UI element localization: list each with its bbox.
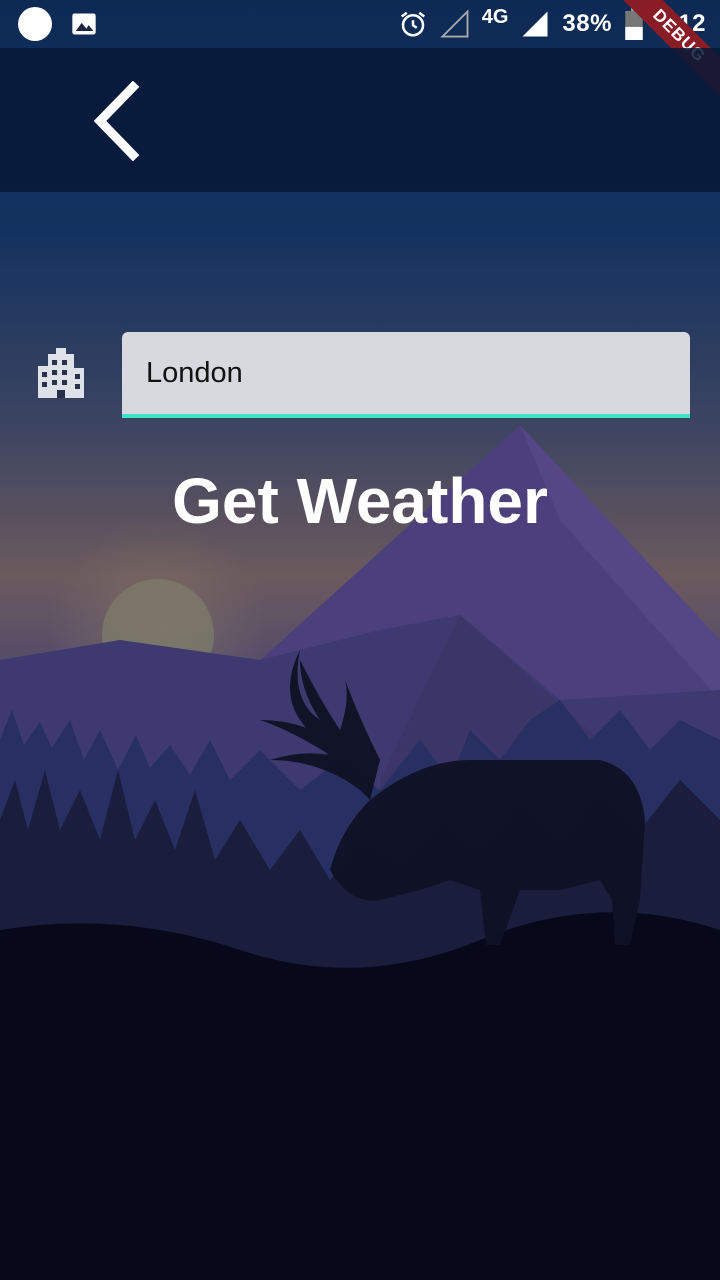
city-input[interactable] xyxy=(146,332,666,414)
battery-percent: 38% xyxy=(562,10,612,37)
get-weather-button[interactable]: Get Weather xyxy=(0,464,720,538)
status-bar: 4G 38% 6:12 DEBUG xyxy=(0,0,720,107)
chevron-left-icon xyxy=(93,81,140,161)
notification-dot-icon xyxy=(18,7,52,41)
city-input-container[interactable] xyxy=(122,332,690,418)
app-bar xyxy=(0,48,720,192)
signal-empty-icon xyxy=(439,9,469,38)
alarm-icon xyxy=(400,11,425,37)
back-button[interactable] xyxy=(78,76,158,166)
network-type: 4G xyxy=(481,5,509,28)
signal-icon xyxy=(522,11,548,37)
image-icon xyxy=(72,13,96,35)
city-icon xyxy=(38,348,84,398)
background-scene xyxy=(0,0,720,1280)
